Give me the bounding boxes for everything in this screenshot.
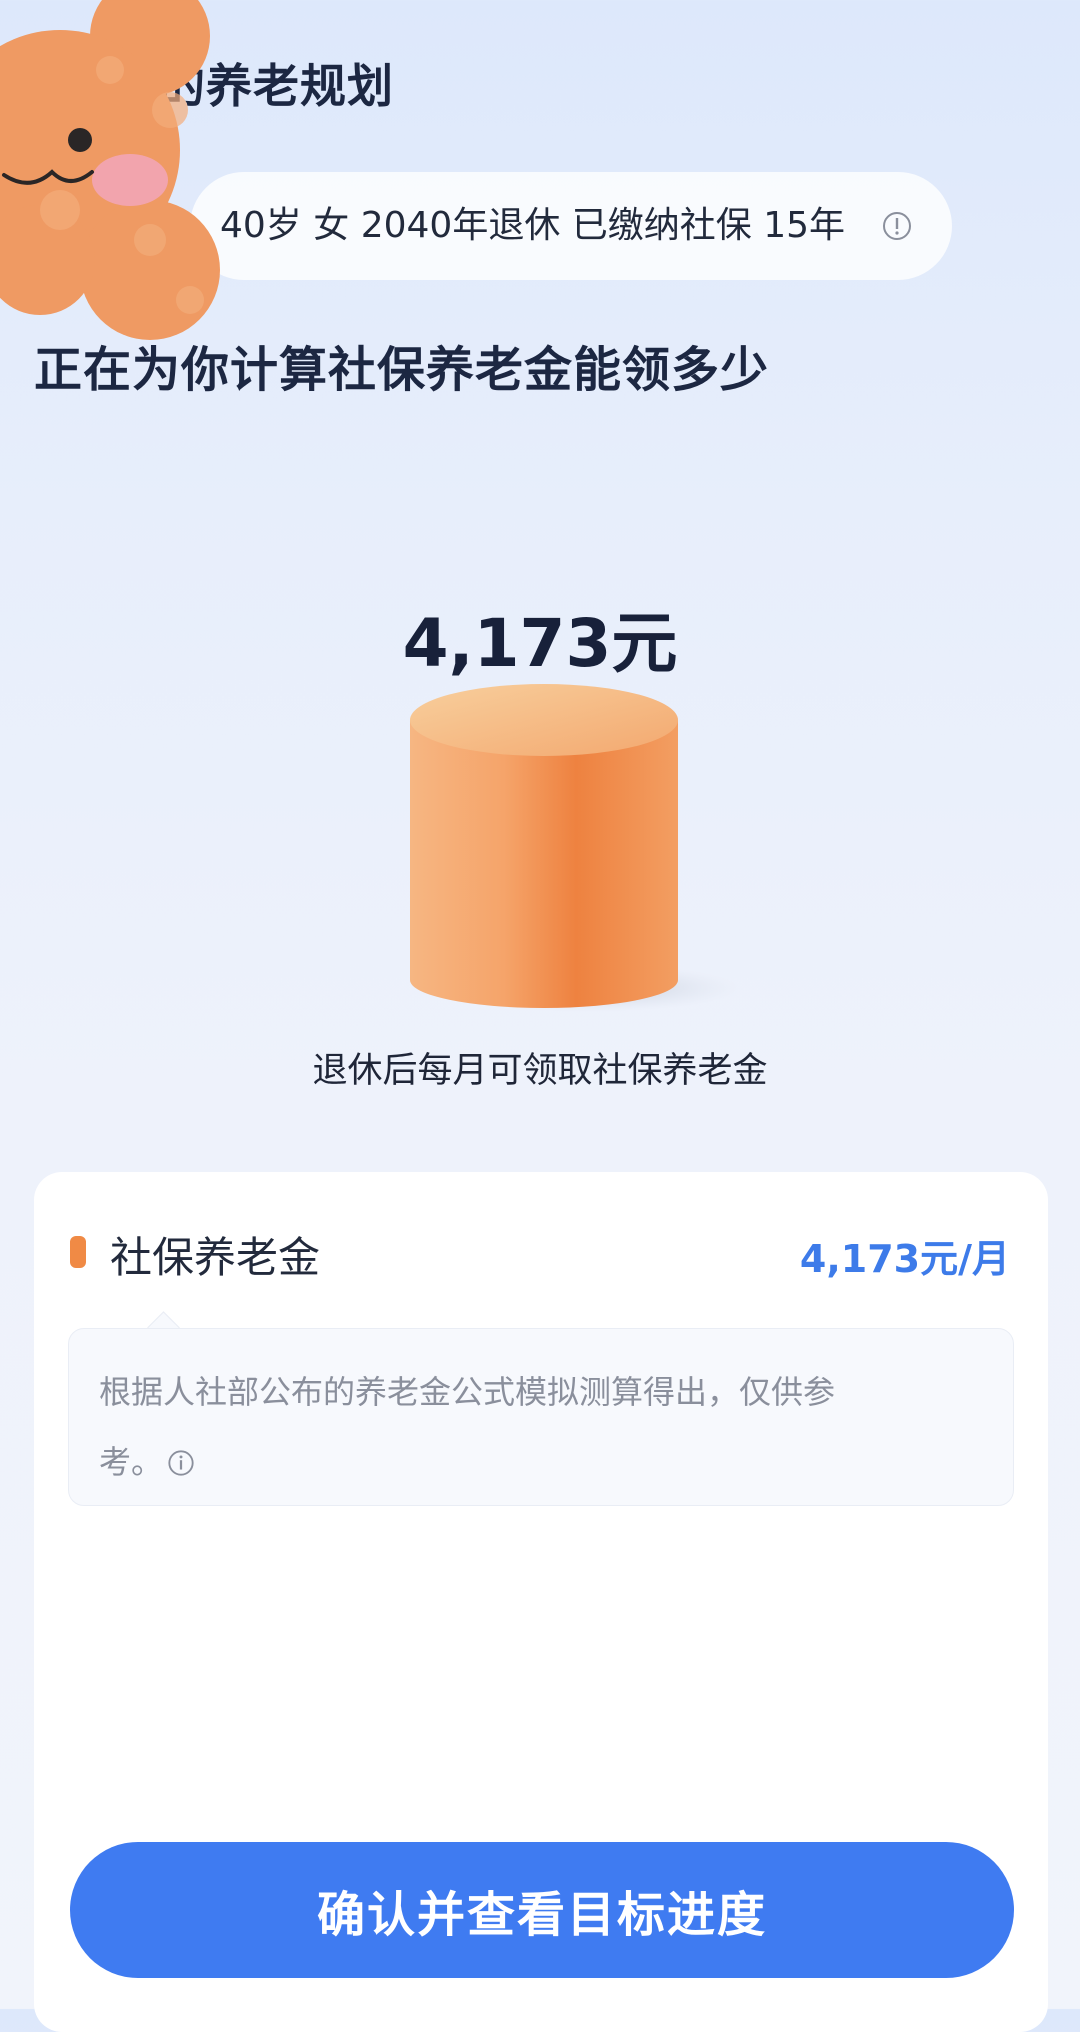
profile-summary-pill[interactable]: 40岁 女 2040年退休 已缴纳社保 15年 — [190, 172, 952, 280]
calculation-headline: 正在为你计算社保养老金能领多少 — [34, 342, 770, 398]
info-icon[interactable] — [167, 1449, 195, 1477]
note-line-1: 根据人社部公布的养老金公式模拟测算得出，仅供参 — [99, 1373, 836, 1411]
calculation-note: 根据人社部公布的养老金公式模拟测算得出，仅供参 考。 — [68, 1328, 1014, 1506]
profile-summary-text: 40岁 女 2040年退休 已缴纳社保 15年 — [220, 205, 846, 246]
note-line-2: 考。 — [99, 1443, 164, 1481]
pension-cylinder-graphic — [410, 684, 740, 1012]
teddy-bear-sticker-icon — [0, 0, 220, 340]
info-icon[interactable] — [882, 211, 912, 241]
pension-caption: 退休后每月可领取社保养老金 — [312, 1051, 768, 1091]
note-line-2-wrap: 考。 — [99, 1427, 983, 1497]
confirm-view-progress-button[interactable]: 确认并查看目标进度 — [70, 1842, 1014, 1978]
pension-monthly-value: 4,173元/月 — [799, 1237, 1010, 1281]
legend-marker — [70, 1236, 86, 1268]
pension-amount: 4,173元 — [402, 605, 678, 682]
pension-label: 社保养老金 — [110, 1233, 321, 1282]
